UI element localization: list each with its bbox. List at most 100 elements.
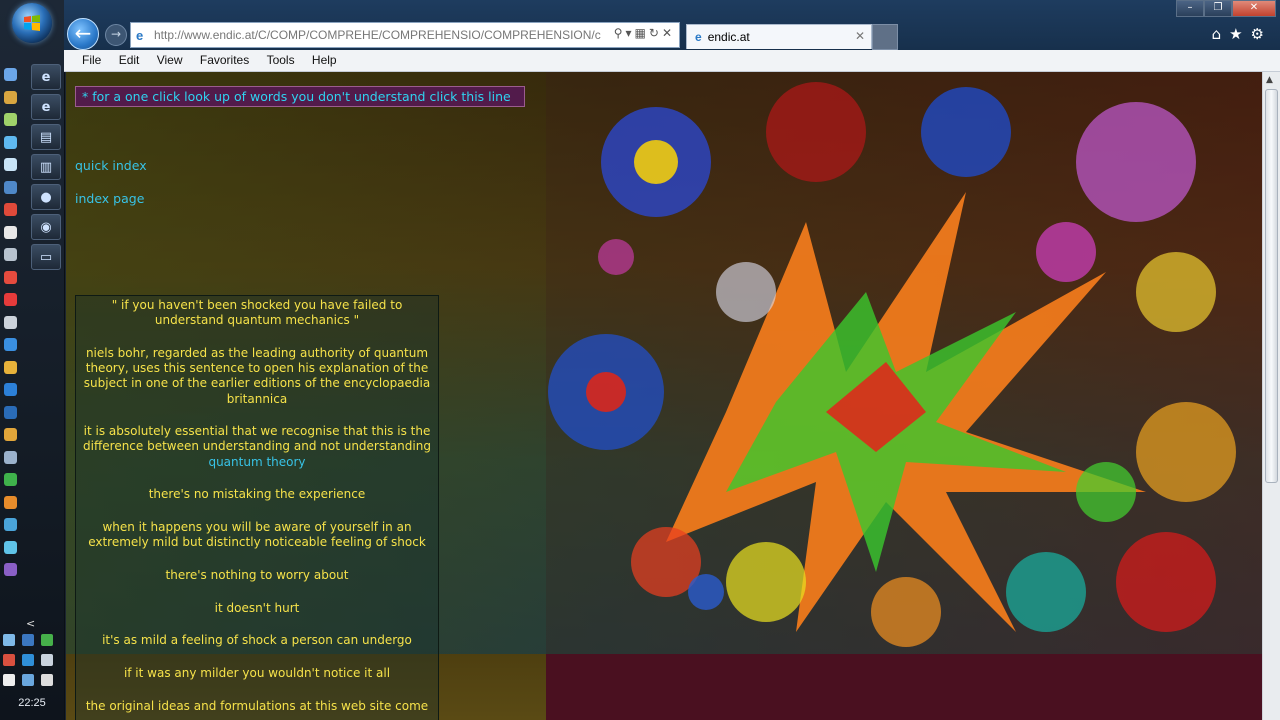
disc-burner-icon[interactable]: ◉ xyxy=(31,214,61,240)
index-page-link[interactable]: index page xyxy=(75,191,144,206)
browser-tab[interactable]: e endic.at ✕ xyxy=(686,24,872,49)
dropdown-icon[interactable]: ▾ xyxy=(626,26,635,40)
notes-icon[interactable]: ▥ xyxy=(31,154,61,180)
tray-app-icon[interactable] xyxy=(41,654,54,666)
quote-paragraph: niels bohr, regarded as the leading auth… xyxy=(83,345,431,406)
flower-artwork xyxy=(546,72,1262,654)
favorites-star-icon[interactable]: ★ xyxy=(1229,25,1250,43)
close-window-button[interactable]: ✕ xyxy=(1232,0,1276,17)
address-tools: ⚲▾▦↻✕ xyxy=(614,26,675,40)
search-icon[interactable]: ⚲ xyxy=(614,26,626,40)
quote-text: it is absolutely essential that we recog… xyxy=(83,424,431,454)
command-icons: ⌂★⚙ xyxy=(1212,25,1272,43)
windows-logo-icon xyxy=(24,15,40,31)
quick-launch-bar xyxy=(3,68,19,586)
paint-icon[interactable] xyxy=(4,495,17,509)
opera-icon[interactable] xyxy=(4,270,17,284)
taskbar: e e ▤ ▥ ● ◉ ▭ < 22:25 xyxy=(0,0,65,720)
network-icon[interactable] xyxy=(22,674,35,686)
terminal-icon[interactable]: ▭ xyxy=(31,244,61,270)
system-tray xyxy=(2,632,62,692)
media-player-icon[interactable]: ● xyxy=(31,184,61,210)
gear-icon[interactable]: ⚙ xyxy=(1251,25,1272,43)
document-icon[interactable] xyxy=(4,450,17,464)
quote-paragraph: " if you haven't been shocked you have f… xyxy=(111,298,403,328)
quote-paragraph: if it was any milder you wouldn't notice… xyxy=(123,666,391,681)
quote-paragraph: there's no mistaking the experience xyxy=(148,487,366,502)
quote-paragraph: when it happens you will be aware of you… xyxy=(88,520,426,550)
forward-button[interactable]: → xyxy=(105,24,127,46)
stop-icon[interactable] xyxy=(4,203,17,216)
flower-artwork-repeat xyxy=(546,654,1262,720)
flag-icon[interactable] xyxy=(3,674,15,686)
desktop-icon[interactable] xyxy=(4,68,17,81)
network-icon[interactable] xyxy=(4,180,17,194)
quote-paragraph: it is absolutely essential that we recog… xyxy=(82,424,432,470)
camera-icon[interactable] xyxy=(4,315,17,329)
pinned-apps: e e ▤ ▥ ● ◉ ▭ xyxy=(31,64,61,274)
internet-explorer-icon[interactable]: e xyxy=(31,94,61,120)
scroll-up-icon[interactable]: ▲ xyxy=(1266,75,1276,85)
quote-paragraph: it's as mild a feeling of shock a person… xyxy=(102,633,412,648)
url-text[interactable]: http://www.endic.at/C/COMP/COMPREHE/COMP… xyxy=(154,28,601,42)
tray-app-icon[interactable] xyxy=(22,634,35,646)
ie-tab-icon: e xyxy=(695,30,702,44)
internet-explorer-icon[interactable]: e xyxy=(31,64,61,90)
quote-paragraph: the original ideas and formulations at t… xyxy=(85,698,429,713)
start-button[interactable] xyxy=(12,3,52,43)
ie-page-icon: e xyxy=(136,28,144,43)
home-icon[interactable]: ⌂ xyxy=(1212,25,1230,43)
quantum-theory-link[interactable]: quantum theory xyxy=(208,455,305,469)
tray-app-icon[interactable] xyxy=(22,654,35,666)
menu-file[interactable]: File xyxy=(75,50,108,67)
tray-app-icon[interactable] xyxy=(3,634,15,646)
collapse-icon[interactable]: < xyxy=(26,617,35,630)
restore-button[interactable]: ❐ xyxy=(1204,0,1232,17)
browser-toolbar: ← → e http://www.endic.at/C/COMP/COMPREH… xyxy=(64,0,1280,50)
skype-icon[interactable] xyxy=(4,383,17,396)
address-bar[interactable]: e http://www.endic.at/C/COMP/COMPREHE/CO… xyxy=(130,22,680,48)
menu-view[interactable]: View xyxy=(150,50,190,67)
tab-title: endic.at xyxy=(707,30,750,44)
menu-edit[interactable]: Edit xyxy=(112,50,147,67)
menu-bar: File Edit View Favorites Tools Help xyxy=(64,50,1280,72)
quote-paragraph: it doesn't hurt xyxy=(214,600,300,615)
red-app-icon[interactable] xyxy=(4,293,17,306)
settings-icon[interactable] xyxy=(4,540,17,554)
new-tab-button[interactable] xyxy=(872,24,898,50)
wordpad-icon[interactable]: ▤ xyxy=(31,124,61,150)
tray-app-icon[interactable] xyxy=(3,654,15,666)
quote-box: " if you haven't been shocked you have f… xyxy=(75,295,439,720)
compatibility-icon[interactable]: ▦ xyxy=(635,26,649,40)
tray-check-icon[interactable] xyxy=(41,634,54,646)
stop-icon[interactable]: ✕ xyxy=(662,26,675,40)
clapper-icon[interactable] xyxy=(4,225,17,239)
globe-icon[interactable] xyxy=(4,135,17,149)
page-content: * for a one click look up of words you d… xyxy=(66,72,1262,720)
quote-paragraph: there's nothing to worry about xyxy=(165,567,349,582)
earth-icon[interactable] xyxy=(4,360,17,374)
word-lookup-link[interactable]: * for a one click look up of words you d… xyxy=(75,86,525,107)
chat-icon[interactable] xyxy=(4,158,17,171)
menu-favorites[interactable]: Favorites xyxy=(193,50,256,67)
disc-icon[interactable] xyxy=(4,405,17,419)
tools-icon[interactable] xyxy=(4,248,17,261)
yahoo-icon[interactable] xyxy=(4,563,17,576)
media-icon[interactable] xyxy=(4,113,17,126)
player-icon[interactable] xyxy=(4,428,17,441)
scroll-thumb[interactable] xyxy=(1265,89,1278,483)
quick-index-link[interactable]: quick index xyxy=(75,158,147,173)
music-icon[interactable] xyxy=(4,338,17,351)
volume-icon[interactable] xyxy=(41,674,54,686)
back-button[interactable]: ← xyxy=(67,18,99,50)
clock[interactable]: 22:25 xyxy=(0,697,64,709)
photo-icon[interactable] xyxy=(4,518,17,531)
vertical-scrollbar[interactable]: ▲ xyxy=(1262,72,1280,720)
film-icon[interactable] xyxy=(4,90,17,104)
menu-tools[interactable]: Tools xyxy=(260,50,302,67)
close-tab-icon[interactable]: ✕ xyxy=(855,29,865,43)
menu-help[interactable]: Help xyxy=(305,50,344,67)
refresh-icon[interactable]: ↻ xyxy=(649,26,662,40)
green-app-icon[interactable] xyxy=(4,473,17,486)
minimize-button[interactable]: – xyxy=(1176,0,1204,17)
